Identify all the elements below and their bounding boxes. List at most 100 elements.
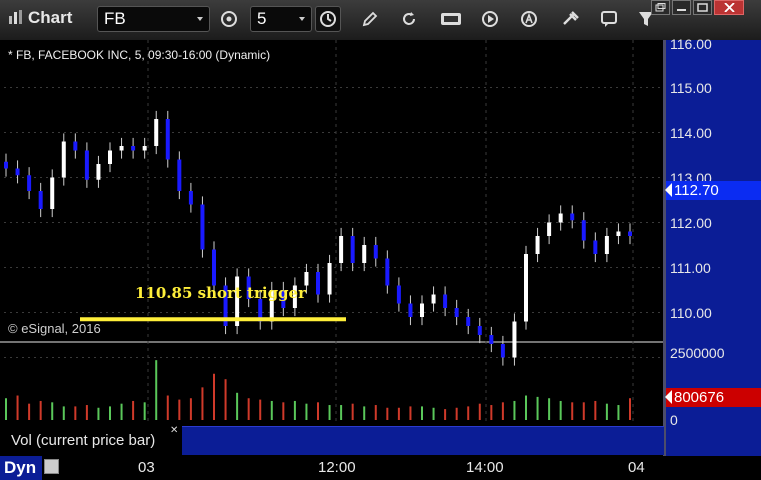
last-volume-tag: 800676 [665, 388, 761, 407]
lock-icon[interactable] [44, 459, 59, 474]
draw-icon[interactable] [356, 6, 384, 32]
volume-bar [317, 402, 319, 420]
caret-left-icon [665, 390, 672, 404]
volume-bar [62, 406, 65, 420]
close-icon[interactable] [714, 0, 744, 15]
candle-body [535, 236, 540, 254]
candle-body [581, 220, 586, 241]
volume-bar [513, 400, 516, 420]
volume-bar [51, 402, 54, 420]
candle-body [15, 168, 20, 176]
symbol-input[interactable]: FB [97, 6, 210, 32]
price-tick: 110.00 [670, 305, 712, 321]
price-tick: 111.00 [670, 260, 711, 276]
volume-bar [386, 407, 389, 420]
volume-bar [120, 403, 123, 420]
volume-bar [201, 387, 204, 420]
candle-body [443, 294, 448, 308]
alert-icon[interactable] [515, 6, 543, 32]
volume-bar [293, 400, 296, 420]
volume-bar [363, 406, 366, 420]
volume-bar [5, 398, 7, 420]
clock-icon[interactable] [315, 6, 341, 32]
maximize-icon[interactable] [693, 0, 712, 15]
volume-bar [74, 406, 77, 420]
volume-bar [525, 395, 527, 420]
candle-body [165, 119, 170, 160]
timeframe-icon[interactable] [215, 6, 243, 32]
candle-body [38, 191, 43, 209]
volume-bar [629, 398, 631, 420]
volume-bar [351, 403, 354, 420]
price-tick: 112.00 [670, 215, 712, 231]
copyright-text: © eSignal, 2016 [8, 321, 101, 336]
candle-body [61, 141, 66, 178]
candle-body [131, 146, 136, 151]
candle-body [212, 249, 216, 286]
candle-body [477, 326, 482, 335]
tools-icon[interactable] [556, 6, 584, 32]
volume-bar [397, 407, 400, 420]
candle-body [362, 245, 367, 263]
candle-body [558, 213, 563, 223]
chat-icon[interactable] [595, 6, 623, 32]
remove-study-icon[interactable]: ✕ [170, 425, 178, 436]
volume-bar [247, 398, 250, 420]
volume-bar [328, 405, 331, 420]
cursor-data-icon[interactable] [437, 6, 465, 32]
candle-body [466, 317, 471, 326]
volume-bar [455, 407, 458, 420]
volume-bar [155, 360, 158, 420]
volume-bar [236, 392, 239, 420]
chart-toolbar: Chart FB 5 [0, 0, 761, 40]
volume-bar [409, 406, 412, 420]
price-chart[interactable] [0, 40, 761, 456]
volume-bar [582, 402, 585, 420]
volume-bar [189, 398, 192, 420]
volume-study-label[interactable]: Vol (current price bar) [5, 429, 181, 453]
last-price-tag: 112.70 [665, 181, 761, 200]
volume-bar [478, 403, 481, 420]
time-tick: 03 [138, 459, 155, 476]
chevron-down-icon[interactable] [197, 17, 203, 21]
volume-bar [178, 399, 181, 420]
volume-bar [467, 406, 470, 420]
play-icon[interactable] [476, 6, 504, 32]
time-axis [0, 456, 761, 480]
dynamic-mode-button[interactable]: Dyn [0, 456, 42, 480]
candle-body [396, 285, 401, 304]
last-price-value: 112.70 [674, 182, 719, 199]
price-tick: 115.00 [670, 80, 712, 96]
minimize-icon[interactable] [672, 0, 691, 15]
volume-tick: 0 [670, 412, 678, 428]
symbol-value: FB [104, 9, 126, 28]
chevron-down-icon[interactable] [299, 17, 305, 21]
candle-body [524, 254, 528, 322]
interval-input[interactable]: 5 [250, 6, 312, 32]
volume-bar [143, 402, 146, 420]
time-tick: 04 [628, 459, 645, 476]
volume-bar [340, 405, 343, 420]
interval-value: 5 [257, 9, 267, 28]
last-volume-value: 800676 [674, 389, 725, 406]
candle-body [373, 245, 378, 259]
candle-body [119, 146, 124, 151]
volume-bar [548, 398, 551, 420]
candle-body [4, 161, 8, 169]
candle-body [350, 236, 355, 263]
price-tick: 116.00 [670, 36, 712, 52]
refresh-icon[interactable] [395, 6, 423, 32]
candle-body [385, 258, 390, 286]
candle-body [454, 308, 459, 317]
candle-body [628, 231, 632, 236]
volume-bar [501, 402, 504, 420]
candle-body [50, 177, 55, 209]
chart-logo-icon [9, 10, 22, 24]
volume-bar [132, 400, 135, 420]
volume-bar [605, 403, 608, 420]
candle-body [420, 303, 424, 317]
candle-body [593, 240, 598, 254]
volume-bar [282, 402, 285, 420]
restore-icon[interactable] [651, 0, 670, 15]
trigger-annotation: 110.85 short trigger [135, 284, 306, 302]
